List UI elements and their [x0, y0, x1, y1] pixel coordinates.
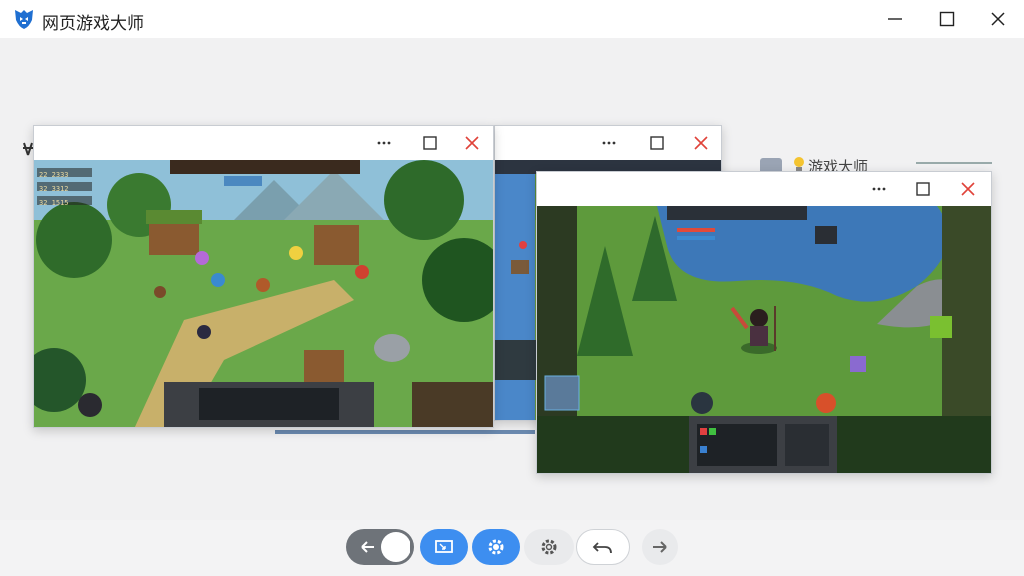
hud-stat-3: 32 1515 — [39, 199, 69, 207]
maximize-icon — [650, 136, 664, 150]
close-button[interactable] — [954, 176, 982, 202]
hud-stats: 22 2333 32 3312 32 1515 — [39, 168, 69, 210]
maximize-icon — [916, 182, 930, 196]
shield-app-icon — [12, 8, 36, 30]
game-scene — [537, 206, 991, 473]
more-button[interactable] — [370, 130, 398, 156]
window-screen-button[interactable] — [420, 529, 468, 565]
close-button[interactable] — [458, 130, 486, 156]
settings-active-button[interactable] — [472, 529, 520, 565]
close-icon — [991, 12, 1005, 26]
more-button[interactable] — [865, 176, 893, 202]
maximize-button[interactable] — [416, 130, 444, 156]
more-icon — [872, 187, 886, 191]
undo-icon — [592, 542, 612, 554]
close-icon — [961, 182, 975, 196]
game-window-right[interactable] — [536, 171, 992, 474]
back-arrow-icon — [361, 532, 410, 562]
more-icon — [602, 141, 616, 145]
window-screen-icon — [435, 540, 453, 553]
minimize-button[interactable] — [872, 3, 918, 35]
maximize-button[interactable] — [643, 130, 671, 156]
forward-arrow-icon — [653, 541, 667, 553]
forward-button[interactable] — [642, 529, 678, 565]
game-viewport[interactable]: 22 2333 32 3312 32 1515 — [34, 160, 493, 427]
maximize-icon — [423, 136, 437, 150]
hud-stat-1: 22 2333 — [39, 171, 69, 179]
game-window-left[interactable]: 22 2333 32 3312 32 1515 — [33, 125, 494, 428]
game-viewport[interactable] — [537, 206, 991, 473]
more-button[interactable] — [595, 130, 623, 156]
bottom-toolbar — [346, 529, 686, 567]
close-button[interactable] — [975, 3, 1021, 35]
background-divider — [916, 162, 992, 164]
hud-stat-2: 32 3312 — [39, 185, 69, 193]
workspace: 游戏大师 22 2333 32 3312 32 1515 — [0, 38, 1024, 520]
settings-button[interactable] — [524, 529, 574, 565]
maximize-button[interactable] — [909, 176, 937, 202]
undo-button[interactable] — [576, 529, 630, 565]
back-button[interactable] — [346, 529, 414, 565]
close-button[interactable] — [687, 130, 715, 156]
maximize-icon — [939, 11, 955, 27]
maximize-button[interactable] — [924, 3, 970, 35]
close-icon — [694, 136, 708, 150]
background-bar — [275, 430, 535, 434]
settings-active-icon — [488, 539, 504, 555]
more-icon — [377, 141, 391, 145]
app-title: 网页游戏大师 — [42, 14, 144, 33]
settings-icon — [541, 539, 557, 555]
minimize-icon — [888, 18, 902, 20]
game-scene — [34, 160, 493, 427]
close-icon — [465, 136, 479, 150]
title-bar: 网页游戏大师 — [0, 0, 1024, 38]
